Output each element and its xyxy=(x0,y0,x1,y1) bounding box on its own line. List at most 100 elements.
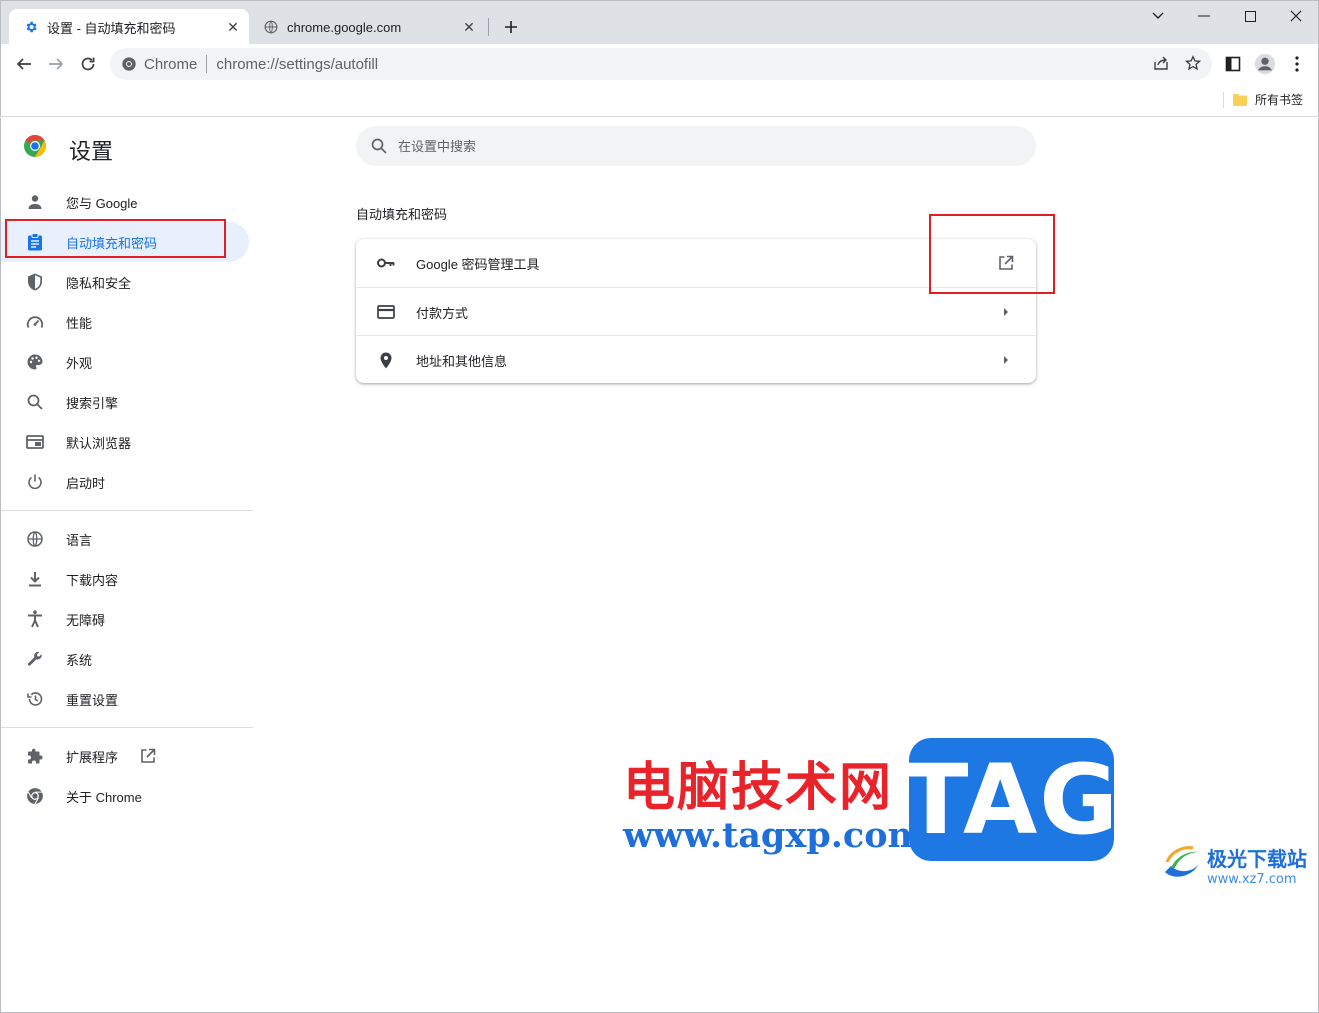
nav-item-label: 关于 Chrome xyxy=(66,789,142,805)
chrome-logo-icon xyxy=(23,134,47,158)
nav-item-default-browser[interactable]: 默认浏览器 xyxy=(1,422,249,462)
gear-icon xyxy=(23,19,39,35)
nav-item-downloads[interactable]: 下载内容 xyxy=(1,559,249,599)
nav-item-label: 重置设置 xyxy=(66,692,119,708)
arrow-right-icon xyxy=(996,350,1016,370)
nav-item-label: 隐私和安全 xyxy=(66,275,132,291)
open-in-new-icon xyxy=(140,748,156,764)
nav-item-label: 性能 xyxy=(66,315,93,331)
maximize-button[interactable] xyxy=(1227,5,1273,27)
accessibility-icon xyxy=(25,609,45,629)
tab-chrome-web-store[interactable]: chrome.google.com ✕ xyxy=(253,9,485,45)
download-icon xyxy=(25,569,45,589)
more-menu-icon[interactable] xyxy=(1285,52,1309,76)
minimize-button[interactable] xyxy=(1181,5,1227,27)
settings-page: 设置 您与 Google 自动填充和密码 隐私和安全 性能 外观 xyxy=(0,118,1319,1013)
share-icon[interactable] xyxy=(1150,52,1172,74)
shield-icon xyxy=(25,272,45,292)
key-icon xyxy=(376,253,396,273)
nav-item-label: 系统 xyxy=(66,652,93,668)
row-label: 地址和其他信息 xyxy=(416,353,508,369)
tab-title: 设置 - 自动填充和密码 xyxy=(47,20,176,36)
page-title: 设置 xyxy=(69,139,114,164)
settings-search[interactable] xyxy=(356,126,1036,166)
site-chip: Chrome xyxy=(144,55,198,73)
nav-divider xyxy=(1,727,253,728)
search-icon xyxy=(25,392,45,412)
profile-avatar[interactable] xyxy=(1253,52,1277,76)
nav-item-search-engine[interactable]: 搜索引擎 xyxy=(1,382,249,422)
nav-item-reset[interactable]: 重置设置 xyxy=(1,679,249,719)
url-text[interactable]: chrome://settings/autofill xyxy=(216,56,378,73)
puzzle-icon xyxy=(25,746,45,766)
section-title: 自动填充和密码 xyxy=(356,207,448,222)
watermark-tag-logo: TAG xyxy=(903,738,1118,861)
row-addresses[interactable]: 地址和其他信息 xyxy=(356,336,1036,384)
search-icon xyxy=(370,137,388,155)
back-button[interactable] xyxy=(10,50,38,78)
nav-item-system[interactable]: 系统 xyxy=(1,639,249,679)
nav-item-label: 您与 Google xyxy=(66,195,138,211)
watermark-cn-text: 电脑技术网 xyxy=(623,758,894,818)
nav-item-languages[interactable]: 语言 xyxy=(1,519,249,559)
close-window-button[interactable] xyxy=(1273,5,1319,27)
globe-icon xyxy=(25,529,45,549)
chrome-icon xyxy=(120,55,138,73)
nav-item-you-and-google[interactable]: 您与 Google xyxy=(1,182,249,222)
address-bar[interactable]: Chrome chrome://settings/autofill xyxy=(110,48,1212,80)
nav-item-label: 下载内容 xyxy=(66,572,119,588)
nav-item-about-chrome[interactable]: 关于 Chrome xyxy=(1,776,249,816)
nav-item-appearance[interactable]: 外观 xyxy=(1,342,249,382)
globe-icon xyxy=(263,19,279,35)
browser-window-icon xyxy=(25,432,45,452)
side-panel-icon[interactable] xyxy=(1221,52,1245,76)
nav-item-privacy[interactable]: 隐私和安全 xyxy=(1,262,249,302)
folder-icon xyxy=(1233,93,1247,106)
highlight-box-nav-autofill xyxy=(5,219,226,258)
bookmark-star-icon[interactable] xyxy=(1182,52,1204,74)
omnibox-divider xyxy=(206,55,208,73)
bookmarks-divider xyxy=(1223,92,1224,108)
row-payment-methods[interactable]: 付款方式 xyxy=(356,288,1036,336)
all-bookmarks-button[interactable]: 所有书签 xyxy=(1233,91,1303,108)
tab-search-button[interactable] xyxy=(1135,5,1181,27)
bookmarks-bar: 所有书签 xyxy=(0,84,1319,117)
watermark-tag-text: TAG xyxy=(902,743,1121,856)
highlight-box-open-in-new xyxy=(929,214,1055,294)
location-pin-icon xyxy=(376,350,396,370)
tab-settings[interactable]: 设置 - 自动填充和密码 ✕ xyxy=(9,9,249,45)
wrench-icon xyxy=(25,649,45,669)
watermark-site-logo: 极光下载站 www.xz7.com xyxy=(1161,842,1307,887)
watermark-site-cn: 极光下载站 xyxy=(1207,846,1307,871)
nav-item-performance[interactable]: 性能 xyxy=(1,302,249,342)
toolbar: Chrome chrome://settings/autofill xyxy=(0,44,1319,84)
nav-item-label: 启动时 xyxy=(66,475,106,491)
nav-item-extensions[interactable]: 扩展程序 xyxy=(1,736,249,776)
nav-divider xyxy=(1,510,253,511)
speedometer-icon xyxy=(25,312,45,332)
reload-button[interactable] xyxy=(74,50,102,78)
search-input[interactable] xyxy=(398,138,998,154)
swirl-logo-icon xyxy=(1161,842,1203,887)
close-icon[interactable]: ✕ xyxy=(223,17,243,37)
tab-strip: 设置 - 自动填充和密码 ✕ chrome.google.com ✕ xyxy=(0,0,1319,45)
nav-item-label: 外观 xyxy=(66,355,93,371)
new-tab-button[interactable] xyxy=(499,15,523,39)
history-icon xyxy=(25,689,45,709)
person-icon xyxy=(25,192,45,212)
credit-card-icon xyxy=(376,302,396,322)
nav-item-label: 搜索引擎 xyxy=(66,395,119,411)
nav-item-accessibility[interactable]: 无障碍 xyxy=(1,599,249,639)
watermark-site-url: www.xz7.com xyxy=(1207,871,1297,887)
nav-item-label: 语言 xyxy=(66,532,93,548)
nav-item-on-startup[interactable]: 启动时 xyxy=(1,462,249,502)
row-label: Google 密码管理工具 xyxy=(416,256,540,272)
palette-icon xyxy=(25,352,45,372)
nav-item-label: 扩展程序 xyxy=(66,749,119,765)
forward-button[interactable] xyxy=(42,50,70,78)
nav-item-label: 无障碍 xyxy=(66,612,106,628)
all-bookmarks-label: 所有书签 xyxy=(1255,93,1304,107)
chrome-icon xyxy=(25,786,45,806)
close-icon[interactable]: ✕ xyxy=(459,17,479,37)
watermark-url: www.tagxp.com xyxy=(623,815,925,856)
